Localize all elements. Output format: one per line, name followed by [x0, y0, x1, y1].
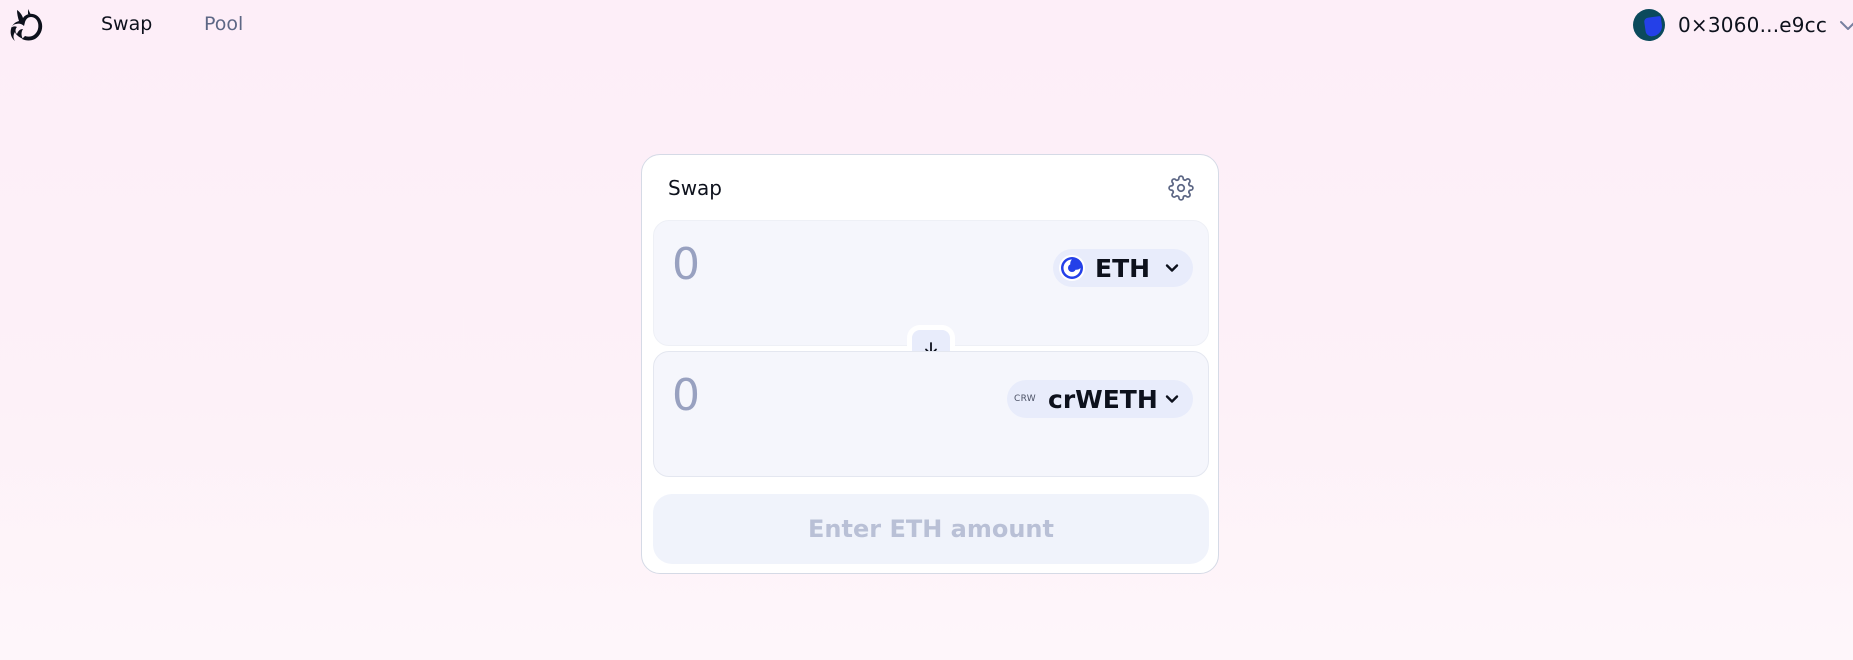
chevron-down-icon — [1840, 21, 1853, 30]
account-address: 0×3060...e9cc — [1678, 13, 1828, 37]
eth-token-icon — [1059, 255, 1085, 281]
swap-to-panel: CRW crWETH — [653, 351, 1209, 477]
enter-amount-button[interactable]: Enter ETH amount — [653, 494, 1209, 564]
chevron-down-icon — [1165, 395, 1179, 403]
from-token-select[interactable]: ETH — [1053, 249, 1193, 287]
nav-swap-link[interactable]: Swap — [101, 12, 152, 36]
from-amount-input[interactable] — [672, 239, 972, 291]
chevron-down-icon — [1165, 264, 1179, 272]
swap-card: Swap ETH CRW crWETH — [641, 154, 1219, 574]
crweth-token-icon: CRW — [1014, 394, 1036, 404]
unicorn-logo-icon[interactable] — [9, 6, 45, 44]
to-token-symbol: crWETH — [1048, 384, 1158, 414]
swap-card-title: Swap — [668, 176, 723, 200]
to-token-select[interactable]: CRW crWETH — [1007, 380, 1193, 418]
settings-gear-icon[interactable] — [1168, 175, 1194, 201]
top-navbar: Swap Pool 0×3060...e9cc — [0, 0, 1853, 48]
account-button[interactable]: 0×3060...e9cc — [1633, 8, 1853, 42]
nav-pool-link[interactable]: Pool — [204, 12, 243, 36]
to-amount-input[interactable] — [672, 370, 972, 422]
wallet-avatar — [1633, 9, 1665, 41]
from-token-symbol: ETH — [1095, 253, 1151, 283]
